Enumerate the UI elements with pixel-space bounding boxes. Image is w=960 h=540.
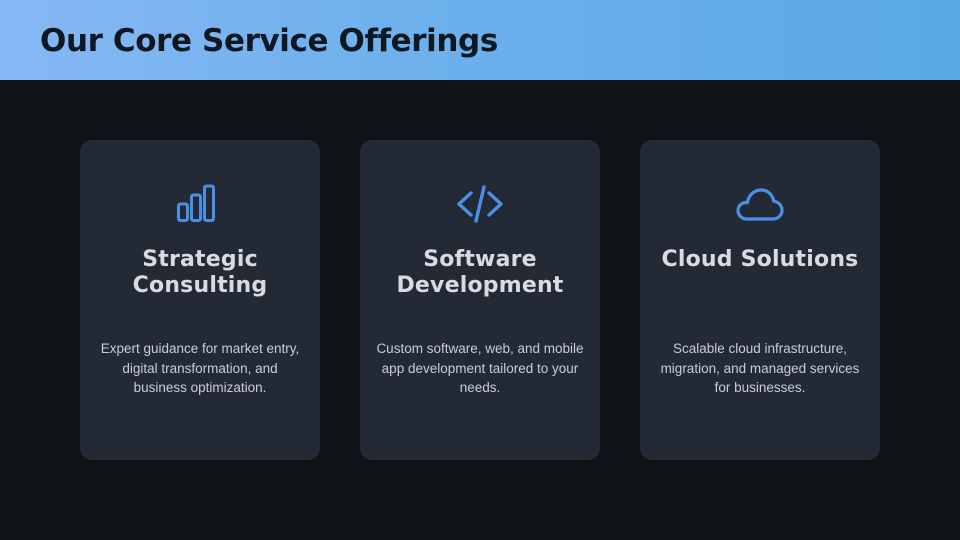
code-icon — [456, 180, 504, 228]
card-title: Strategic Consulting — [132, 247, 268, 298]
bar-chart-icon — [176, 180, 224, 228]
service-card-strategic-consulting: Strategic Consulting Expert guidance for… — [80, 140, 320, 460]
cloud-icon — [736, 180, 784, 228]
card-title: Software Development — [396, 247, 564, 298]
card-title: Cloud Solutions — [661, 247, 859, 272]
service-card-cloud-solutions: Cloud Solutions Scalable cloud infrastru… — [640, 140, 880, 460]
service-card-software-development: Software Development Custom software, we… — [360, 140, 600, 460]
header-banner: Our Core Service Offerings — [0, 0, 960, 80]
card-description: Custom software, web, and mobile app dev… — [376, 341, 584, 395]
card-description: Scalable cloud infrastructure, migration… — [660, 341, 860, 395]
card-description: Expert guidance for market entry, digita… — [100, 341, 300, 395]
page-title: Our Core Service Offerings — [40, 23, 498, 59]
